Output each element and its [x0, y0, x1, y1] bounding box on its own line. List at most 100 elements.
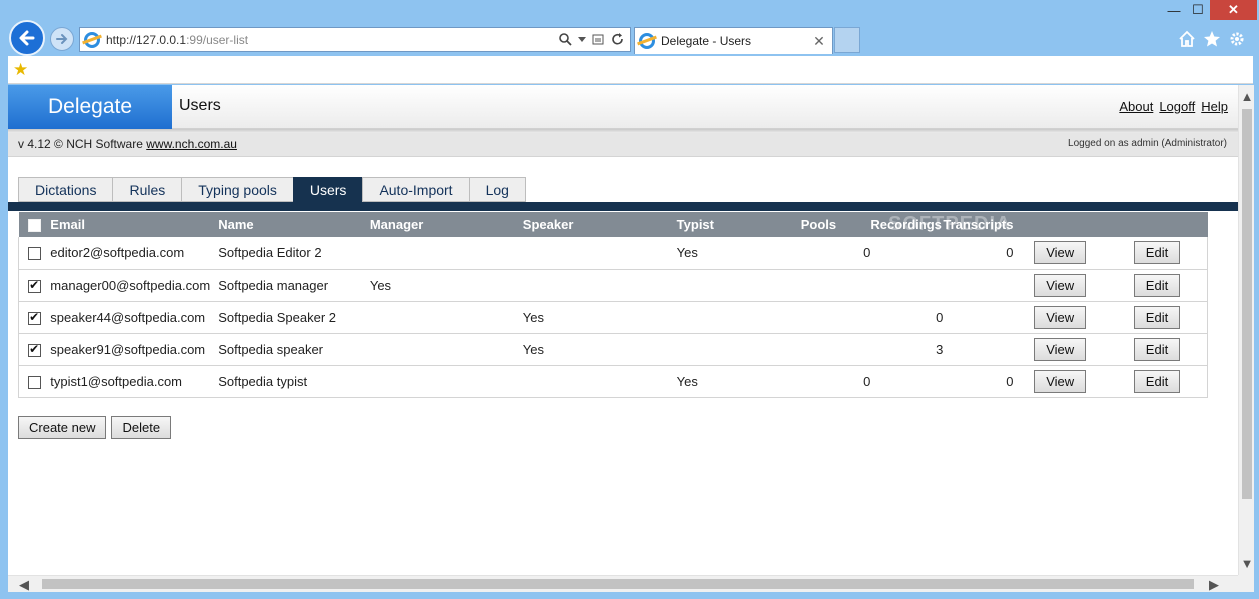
- tab-typing-pools[interactable]: Typing pools: [181, 177, 293, 202]
- help-link[interactable]: Help: [1201, 99, 1228, 114]
- horizontal-scroll-thumb[interactable]: [42, 579, 1194, 589]
- browser-tab[interactable]: Delegate - Users ✕: [634, 27, 833, 54]
- column-header-name[interactable]: Name: [218, 212, 370, 237]
- settings-gear-icon[interactable]: [1228, 30, 1246, 48]
- address-bar[interactable]: http://127.0.0.1:99/user-list: [79, 27, 631, 52]
- cell-recordings: [870, 237, 944, 270]
- cell-pools: [800, 333, 871, 366]
- edit-cell: Edit: [1107, 333, 1208, 366]
- edit-cell: Edit: [1107, 301, 1208, 334]
- favorites-star-icon[interactable]: [1203, 30, 1221, 48]
- tab-dictations[interactable]: Dictations: [18, 177, 113, 202]
- column-header-email[interactable]: Email: [50, 212, 219, 237]
- favorites-bar: ★: [8, 56, 1253, 84]
- edit-button[interactable]: Edit: [1134, 241, 1180, 265]
- scrollbar-corner: [1238, 575, 1254, 592]
- row-checkbox-cell: [18, 269, 51, 302]
- forward-button[interactable]: [50, 27, 74, 51]
- cell-name: Softpedia manager: [218, 269, 370, 302]
- cell-recordings: [870, 365, 944, 398]
- cell-pools: 0: [800, 237, 871, 270]
- add-favorite-icon[interactable]: ★: [13, 60, 28, 80]
- scroll-right-icon[interactable]: ▶: [1206, 576, 1222, 593]
- view-button[interactable]: View: [1034, 305, 1087, 329]
- cell-transcripts: 0: [943, 237, 1014, 270]
- scroll-down-icon[interactable]: ▼: [1239, 556, 1255, 571]
- nch-website-link[interactable]: www.nch.com.au: [146, 137, 237, 151]
- scroll-left-icon[interactable]: ◀: [16, 576, 32, 593]
- logoff-link[interactable]: Logoff: [1159, 99, 1195, 114]
- edit-cell: Edit: [1107, 269, 1208, 302]
- table-actions: Create new Delete: [18, 416, 172, 439]
- cell-pools: 0: [800, 365, 871, 398]
- cell-email: speaker91@softpedia.com: [50, 333, 219, 366]
- column-header-manager[interactable]: Manager: [369, 212, 523, 237]
- close-tab-icon[interactable]: ✕: [812, 33, 826, 50]
- view-cell: View: [1013, 237, 1107, 270]
- view-button[interactable]: View: [1034, 337, 1087, 361]
- create-new-button[interactable]: Create new: [18, 416, 107, 439]
- delete-button[interactable]: Delete: [111, 416, 172, 439]
- url-text[interactable]: http://127.0.0.1:99/user-list: [106, 33, 559, 47]
- horizontal-scrollbar[interactable]: ◀ ▶: [8, 575, 1238, 592]
- column-header-speaker[interactable]: Speaker: [522, 212, 677, 237]
- cell-transcripts: [943, 301, 1014, 334]
- logged-on-status: Logged on as admin (Administrator): [1068, 138, 1227, 149]
- cell-email: speaker44@softpedia.com: [50, 301, 219, 334]
- info-bar: v 4.12 © NCH Software www.nch.com.au Log…: [8, 133, 1238, 157]
- edit-button[interactable]: Edit: [1134, 305, 1180, 329]
- view-button[interactable]: View: [1034, 241, 1087, 265]
- edit-cell: Edit: [1107, 365, 1208, 398]
- tab-rules[interactable]: Rules: [112, 177, 182, 202]
- tab-users[interactable]: Users: [292, 177, 363, 202]
- view-button[interactable]: View: [1034, 273, 1087, 297]
- select-all-checkbox[interactable]: [27, 219, 41, 233]
- back-button[interactable]: [9, 20, 45, 56]
- column-header-transcripts[interactable]: Transcripts: [943, 212, 1014, 237]
- row-checkbox[interactable]: [28, 342, 42, 357]
- url-path: :99/user-list: [186, 32, 249, 47]
- home-icon[interactable]: [1178, 30, 1196, 48]
- compat-icon[interactable]: [592, 33, 605, 46]
- scroll-up-icon[interactable]: ▲: [1239, 89, 1255, 104]
- view-cell: View: [1013, 301, 1107, 334]
- row-checkbox-cell: [18, 237, 51, 270]
- tab-underline: [8, 202, 1238, 211]
- cell-speaker: [522, 237, 677, 270]
- ie-logo-icon: [84, 31, 100, 48]
- row-checkbox[interactable]: [28, 310, 42, 325]
- tab-auto-import[interactable]: Auto-Import: [362, 177, 469, 202]
- dropdown-icon[interactable]: [578, 36, 586, 43]
- vertical-scroll-thumb[interactable]: [1242, 109, 1252, 499]
- tab-log[interactable]: Log: [468, 177, 526, 202]
- close-window-button[interactable]: ✕: [1210, 0, 1257, 20]
- cell-recordings: 0: [870, 301, 944, 334]
- edit-button[interactable]: Edit: [1134, 273, 1180, 297]
- row-checkbox[interactable]: [28, 375, 42, 389]
- refresh-icon[interactable]: [611, 33, 624, 46]
- search-icon[interactable]: [559, 33, 572, 46]
- about-link[interactable]: About: [1119, 99, 1153, 114]
- cell-transcripts: 0: [943, 365, 1014, 398]
- edit-button[interactable]: Edit: [1134, 369, 1180, 393]
- vertical-scrollbar[interactable]: ▲ ▼: [1238, 85, 1254, 575]
- column-header-view: [1013, 212, 1107, 237]
- cell-manager: [369, 365, 523, 398]
- table-row: typist1@softpedia.com Softpedia typist Yes…: [18, 365, 1208, 398]
- column-header-recordings[interactable]: Recordings: [870, 212, 944, 237]
- brand-logo[interactable]: Delegate: [8, 85, 172, 129]
- column-header-typist[interactable]: Typist: [676, 212, 801, 237]
- view-button[interactable]: View: [1034, 369, 1087, 393]
- new-tab-button[interactable]: [834, 27, 860, 53]
- edit-button[interactable]: Edit: [1134, 337, 1180, 361]
- minimize-button[interactable]: —: [1162, 0, 1186, 20]
- column-header-pools[interactable]: Pools: [800, 212, 871, 237]
- maximize-button[interactable]: ☐: [1186, 0, 1210, 20]
- cell-manager: Yes: [369, 269, 523, 302]
- row-checkbox-cell: [18, 333, 51, 366]
- row-checkbox-cell: [18, 301, 51, 334]
- row-checkbox[interactable]: [28, 247, 42, 261]
- cell-name: Softpedia typist: [218, 365, 370, 398]
- browser-chrome: — ☐ ✕ http://127.0.0.1:99/user-list Dele…: [0, 0, 1259, 56]
- row-checkbox[interactable]: [28, 278, 42, 293]
